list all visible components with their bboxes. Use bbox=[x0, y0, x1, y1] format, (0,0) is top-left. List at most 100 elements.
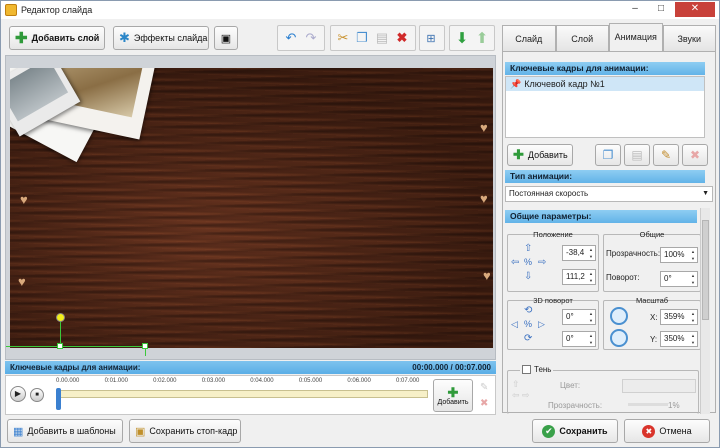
shadow-opacity-slider[interactable] bbox=[628, 403, 668, 406]
delete-keyframe-icon[interactable]: ✖ bbox=[480, 398, 488, 409]
add-keyframe-button[interactable]: ✚ Добавить bbox=[507, 144, 573, 166]
tab-slide[interactable]: Слайд bbox=[502, 25, 556, 51]
rotate-3d-a-input[interactable]: 0° bbox=[562, 309, 596, 325]
timeline-tick-label: 0:07.000 bbox=[396, 378, 420, 384]
opacity-input[interactable]: 100% bbox=[660, 247, 698, 263]
template-icon: ▦ bbox=[13, 425, 24, 438]
scrollbar[interactable] bbox=[700, 208, 710, 414]
maximize-button[interactable]: □ bbox=[649, 2, 673, 17]
copy-icon[interactable]: ❐ bbox=[352, 28, 372, 48]
save-still-label: Сохранить стоп-кадр bbox=[149, 426, 238, 436]
tab-layer[interactable]: Слой bbox=[555, 25, 609, 51]
tab-sounds[interactable]: Звуки bbox=[662, 25, 716, 51]
save-still-button[interactable]: ▣ Сохранить стоп-кадр bbox=[129, 419, 241, 443]
rotate-x-icon[interactable]: ⟲ bbox=[524, 305, 532, 316]
move-up-icon[interactable]: ⬆ bbox=[472, 28, 492, 48]
timeline-tick-label: 0:04.000 bbox=[250, 378, 274, 384]
tab-animation[interactable]: Анимация bbox=[609, 23, 663, 51]
stop-button[interactable]: ■ bbox=[30, 388, 44, 402]
camera-button[interactable]: ▣ bbox=[214, 26, 238, 50]
resize-handle[interactable] bbox=[57, 343, 63, 349]
timeline-track[interactable] bbox=[58, 390, 428, 398]
zoom-in-icon[interactable] bbox=[610, 307, 628, 325]
rotation-3d-section: 3D поворот ⟲ ◁ % ▷ ⟳ 0° 0° bbox=[507, 296, 599, 350]
camera-icon: ▣ bbox=[220, 32, 232, 45]
rotate-3d-b-input[interactable]: 0° bbox=[562, 331, 596, 347]
image-icon: ▣ bbox=[135, 425, 146, 438]
timeline[interactable]: ▶ ■ 0.00.000 0:01.000 0:02.000 0:03.000 0:04… bbox=[5, 375, 496, 415]
close-button[interactable]: ✕ bbox=[675, 2, 715, 17]
percent-icon[interactable]: % bbox=[524, 319, 532, 329]
paste-icon[interactable]: ▤ bbox=[372, 28, 392, 48]
animation-type-header: Тип анимации: bbox=[505, 170, 705, 183]
opacity-label: Прозрачность: bbox=[606, 249, 661, 258]
keyframe-list: 📌 Ключевой кадр №1 bbox=[505, 76, 705, 138]
list-item[interactable]: 📌 Ключевой кадр №1 bbox=[506, 77, 704, 91]
arrow-right-icon[interactable]: ⇨ bbox=[538, 257, 546, 268]
move-down-icon[interactable]: ⬇ bbox=[452, 28, 472, 48]
arrow-up-icon[interactable]: ⇧ bbox=[524, 243, 532, 254]
arrow-left-icon[interactable]: ⇦ bbox=[511, 257, 519, 268]
general-header: Общие параметры: bbox=[505, 210, 697, 223]
clear-keyframe-button[interactable]: ✎ bbox=[653, 144, 679, 166]
shadow-direction-icon[interactable]: ⇧ ⇦ ⇨ bbox=[512, 379, 540, 409]
zoom-out-icon[interactable] bbox=[610, 329, 628, 347]
redo-icon[interactable]: ↷ bbox=[301, 28, 321, 48]
scale-y-label: Y: bbox=[650, 335, 658, 344]
undo-icon[interactable]: ↶ bbox=[281, 28, 301, 48]
play-button[interactable]: ▶ bbox=[10, 386, 26, 402]
plus-icon: ✚ bbox=[447, 384, 459, 400]
selection-border bbox=[6, 346, 146, 347]
timeline-tick-label: 0:06.000 bbox=[347, 378, 371, 384]
position-x-input[interactable]: -38,4 bbox=[562, 245, 596, 261]
resize-handle[interactable] bbox=[142, 343, 148, 349]
slide-effects-button[interactable]: ✱ Эффекты слайда bbox=[113, 26, 209, 50]
timeline-tick-label: 0:05.000 bbox=[298, 378, 323, 384]
chevron-down-icon: ▼ bbox=[702, 190, 709, 197]
cancel-label: Отмена bbox=[659, 426, 692, 436]
add-to-templates-button[interactable]: ▦ Добавить в шаблоны bbox=[7, 419, 123, 443]
plus-icon: ✚ bbox=[15, 30, 28, 47]
brush-icon: ✎ bbox=[660, 148, 672, 162]
heart-icon: ♥ bbox=[20, 192, 28, 207]
scale-x-input[interactable]: 359% bbox=[660, 309, 698, 325]
rotate-left-icon[interactable]: ◁ bbox=[511, 319, 518, 330]
shadow-checkbox[interactable] bbox=[522, 365, 531, 374]
rotation-input[interactable]: 0° bbox=[660, 271, 698, 287]
save-button[interactable]: ✔ Сохранить bbox=[532, 419, 618, 443]
shadow-section: Тень ⇧ ⇦ ⇨ Цвет: Прозрачность: 1% bbox=[507, 365, 699, 414]
keyframe-label: Ключевой кадр №1 bbox=[524, 79, 605, 89]
app-icon bbox=[5, 4, 17, 16]
copy-keyframe-button[interactable]: ❐ bbox=[595, 144, 621, 166]
delete-keyframe-button[interactable]: ✖ bbox=[682, 144, 708, 166]
paste-keyframe-button[interactable]: ▤ bbox=[624, 144, 650, 166]
delete-icon[interactable]: ✖ bbox=[392, 28, 412, 48]
shadow-color-picker[interactable] bbox=[622, 379, 696, 393]
timeline-add-button[interactable]: ✚ Добавить bbox=[433, 379, 473, 412]
rotation-label: Поворот: bbox=[606, 273, 640, 282]
arrow-down-icon[interactable]: ⇩ bbox=[524, 271, 532, 282]
rotate-handle[interactable] bbox=[56, 313, 65, 322]
playhead[interactable] bbox=[56, 388, 61, 410]
slide-canvas[interactable]: ♥ ♥ ♥ ♥ ♥ bbox=[10, 68, 493, 348]
timeline-tick-label: 0:01.000 bbox=[104, 378, 128, 384]
rotate-y-icon[interactable]: ⟳ bbox=[524, 333, 532, 344]
scrollbar-thumb[interactable] bbox=[702, 220, 709, 320]
scale-x-label: X: bbox=[650, 313, 658, 322]
add-layer-label: Добавить слой bbox=[31, 33, 100, 43]
add-layer-button[interactable]: ✚ Добавить слой bbox=[9, 26, 105, 50]
position-caption: Положение bbox=[533, 230, 573, 239]
brush-icon[interactable]: ✎ bbox=[480, 382, 488, 393]
timeline-tick-label: 0:02.000 bbox=[153, 378, 177, 384]
cancel-button[interactable]: ✖ Отмена bbox=[624, 419, 710, 443]
scale-y-input[interactable]: 350% bbox=[660, 331, 698, 347]
animation-type-select[interactable]: Постоянная скорость ▼ bbox=[505, 186, 713, 202]
heart-icon: ♥ bbox=[18, 274, 26, 289]
percent-icon[interactable]: % bbox=[524, 257, 532, 267]
minimize-button[interactable]: – bbox=[623, 2, 647, 17]
position-y-input[interactable]: 111,2 bbox=[562, 269, 596, 285]
keyframes-header: Ключевые кадры для анимации: bbox=[505, 62, 705, 75]
cut-icon[interactable]: ✂ bbox=[333, 28, 353, 48]
align-icon[interactable]: ⊞ bbox=[421, 28, 441, 48]
rotate-right-icon[interactable]: ▷ bbox=[538, 319, 545, 330]
